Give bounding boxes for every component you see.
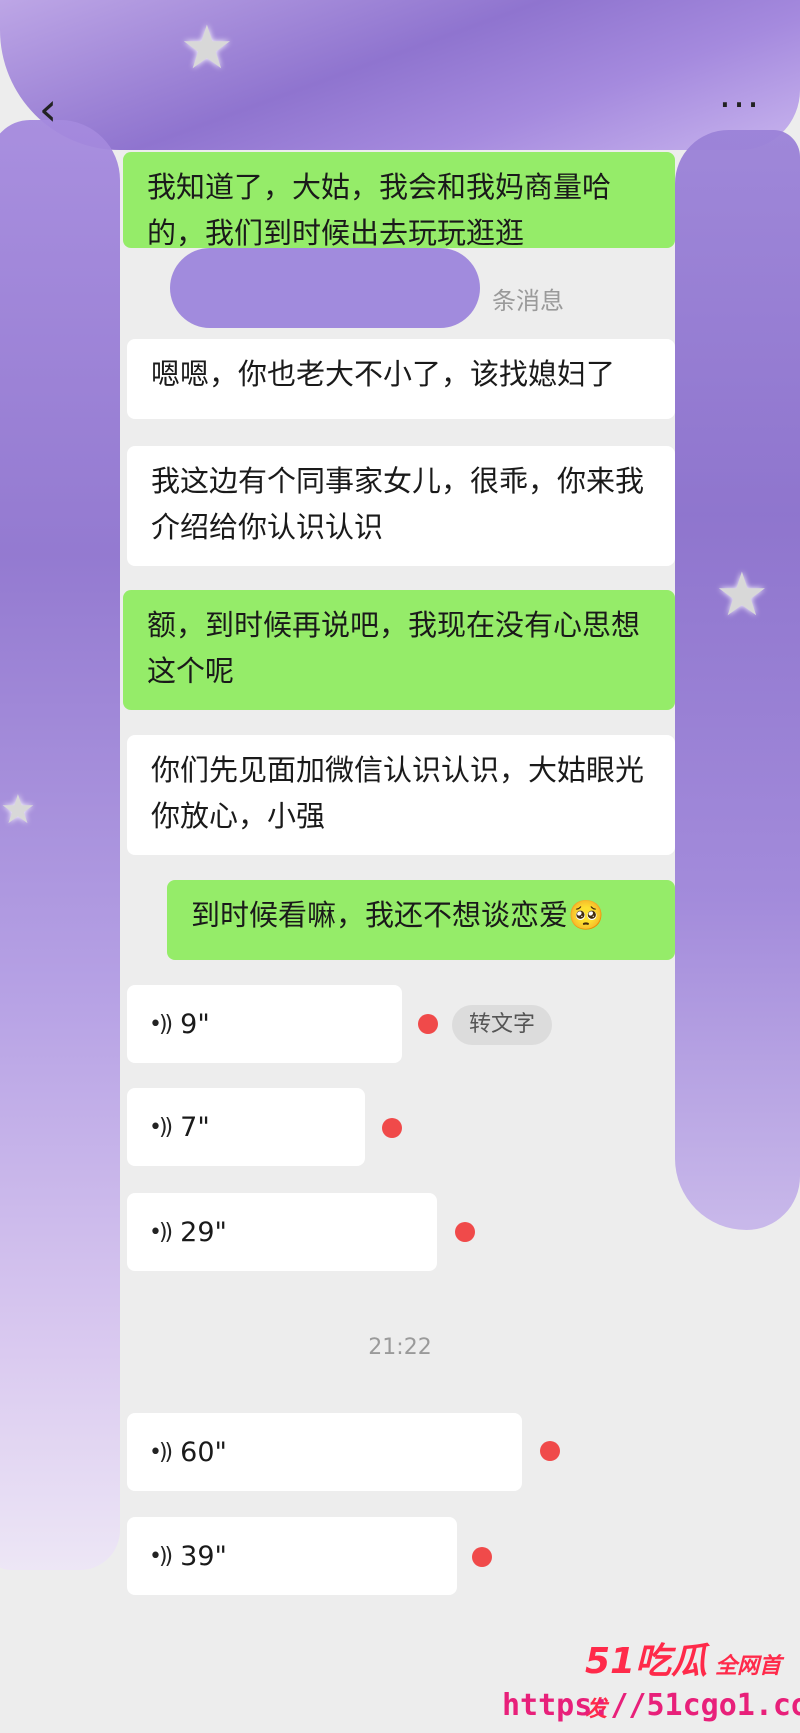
scribble-overlay-top — [0, 0, 800, 150]
voice-message[interactable]: •)) 29" — [127, 1193, 437, 1271]
scribble-overlay-middle — [170, 248, 480, 328]
message-text: 我这边有个同事家女儿，很乖，你来我介绍给你认识认识 — [151, 464, 645, 544]
voice-duration: 29" — [180, 1216, 227, 1248]
scribble-overlay-left — [0, 120, 120, 1570]
voice-wave-icon: •)) — [149, 1439, 173, 1465]
voice-wave-icon: •)) — [149, 1114, 173, 1140]
unread-dot — [455, 1222, 475, 1242]
voice-duration: 60" — [180, 1436, 227, 1468]
message-bubble-received[interactable]: 你们先见面加微信认识认识，大姑眼光你放心，小强 — [127, 735, 675, 855]
star-icon: ★ — [0, 787, 36, 833]
unread-dot — [418, 1014, 438, 1034]
message-bubble-sent[interactable]: 我知道了，大姑，我会和我妈商量哈的，我们到时候出去玩玩逛逛 — [123, 152, 675, 250]
unread-dot — [382, 1118, 402, 1138]
voice-message[interactable]: •)) 7" — [127, 1088, 365, 1166]
message-text: 额，到时候再说吧，我现在没有心思想这个呢 — [147, 608, 641, 688]
message-text: 到时候看嘛，我还不想谈恋爱🥺 — [191, 898, 605, 932]
voice-duration: 7" — [180, 1111, 210, 1143]
message-text: 我知道了，大姑，我会和我妈商量哈的，我们到时候出去玩玩逛逛 — [147, 170, 612, 250]
voice-message[interactable]: •)) 39" — [127, 1517, 457, 1595]
star-icon: ★ — [180, 13, 234, 83]
voice-duration: 39" — [180, 1540, 227, 1572]
voice-wave-icon: •)) — [149, 1219, 173, 1245]
voice-message[interactable]: •)) 9" — [127, 985, 402, 1063]
voice-duration: 9" — [180, 1008, 210, 1040]
message-bubble-received[interactable]: 我这边有个同事家女儿，很乖，你来我介绍给你认识认识 — [127, 446, 675, 566]
star-icon: ★ — [715, 560, 769, 630]
unread-dot — [540, 1441, 560, 1461]
message-text: 你们先见面加微信认识认识，大姑眼光你放心，小强 — [151, 753, 645, 833]
watermark-url: https://51cgo1.com — [502, 1688, 800, 1723]
message-bubble-sent[interactable]: 额，到时候再说吧，我现在没有心思想这个呢 — [123, 590, 675, 710]
message-bubble-sent[interactable]: 到时候看嘛，我还不想谈恋爱🥺 — [167, 880, 675, 960]
voice-wave-icon: •)) — [149, 1543, 173, 1569]
system-notice: 条消息 — [492, 287, 564, 315]
voice-wave-icon: •)) — [149, 1011, 173, 1037]
scribble-overlay-right — [675, 130, 800, 1230]
message-text: 嗯嗯，你也老大不小了，该找媳妇了 — [151, 357, 616, 391]
back-chevron-icon[interactable]: ‹ — [28, 84, 68, 134]
watermark-logo-text: 51吃瓜 — [585, 1641, 708, 1682]
unread-dot — [472, 1547, 492, 1567]
more-dots-icon[interactable]: ··· — [715, 86, 765, 130]
to-text-button[interactable]: 转文字 — [452, 1005, 552, 1045]
message-bubble-received[interactable]: 嗯嗯，你也老大不小了，该找媳妇了 — [127, 339, 675, 419]
chat-timestamp: 21:22 — [368, 1335, 432, 1360]
voice-message[interactable]: •)) 60" — [127, 1413, 522, 1491]
